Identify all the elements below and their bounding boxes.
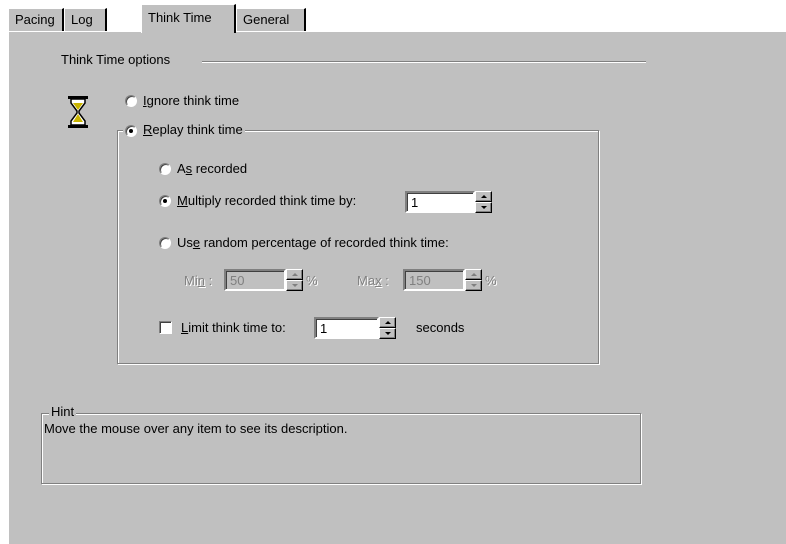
min-spin-up[interactable] <box>286 269 303 280</box>
max-percent-unit: % <box>485 273 497 288</box>
max-spin-down[interactable] <box>465 280 482 291</box>
as-recorded-label[interactable]: As recorded <box>177 161 247 176</box>
max-label: Max : <box>357 273 389 288</box>
tab-log[interactable]: Log <box>64 8 107 31</box>
tab-think-time[interactable]: Think Time <box>141 4 236 33</box>
tab-log-label: Log <box>71 12 93 27</box>
ignore-think-time-radio[interactable] <box>125 95 137 107</box>
tab-pacing-label: Pacing <box>15 12 55 27</box>
multiply-spin-up[interactable] <box>475 191 492 202</box>
ignore-think-time-label[interactable]: Ignore think time <box>143 93 239 108</box>
max-spinner[interactable] <box>465 269 482 291</box>
hint-title: Hint <box>49 404 77 419</box>
replay-think-time-legend[interactable]: Replay think time <box>123 122 245 140</box>
min-input[interactable]: 50 <box>224 269 286 291</box>
min-spin-down[interactable] <box>286 280 303 291</box>
min-spinner[interactable] <box>286 269 303 291</box>
as-recorded-radio[interactable] <box>159 163 171 175</box>
options-divider <box>202 61 646 63</box>
replay-think-time-label: Replay think time <box>143 122 243 137</box>
limit-think-time-checkbox[interactable] <box>159 321 172 334</box>
max-spin-up[interactable] <box>465 269 482 280</box>
replay-think-time-radio[interactable] <box>125 125 137 137</box>
think-time-panel: Think Time options Ignore think time Rep… <box>8 31 786 544</box>
seconds-unit-label: seconds <box>416 320 465 335</box>
tab-general[interactable]: General <box>236 8 306 31</box>
min-percent-unit: % <box>306 273 318 288</box>
multiply-label[interactable]: Multiply recorded think time by: <box>177 193 356 208</box>
random-percentage-radio[interactable] <box>159 237 171 249</box>
limit-think-time-input[interactable]: 1 <box>314 317 379 339</box>
max-input[interactable]: 150 <box>403 269 465 291</box>
multiply-radio[interactable] <box>159 195 171 207</box>
tab-strip: Pacing Log Think Time General <box>0 0 786 33</box>
think-time-options-title: Think Time options <box>61 52 171 67</box>
multiply-spin-down[interactable] <box>475 202 492 213</box>
tab-general-label: General <box>243 12 290 27</box>
limit-spin-up[interactable] <box>379 317 396 328</box>
multiply-input[interactable]: 1 <box>405 191 475 213</box>
limit-think-time-label[interactable]: Limit think time to: <box>181 320 286 335</box>
random-percentage-label[interactable]: Use random percentage of recorded think … <box>177 235 449 250</box>
hourglass-icon <box>68 96 88 128</box>
tab-think-time-label: Think Time <box>148 10 212 25</box>
limit-spinner[interactable] <box>379 317 396 339</box>
multiply-spinner[interactable] <box>475 191 492 213</box>
hint-text: Move the mouse over any item to see its … <box>44 421 348 436</box>
min-label: Min : <box>184 273 213 288</box>
tab-pacing[interactable]: Pacing <box>8 8 64 31</box>
limit-spin-down[interactable] <box>379 328 396 339</box>
